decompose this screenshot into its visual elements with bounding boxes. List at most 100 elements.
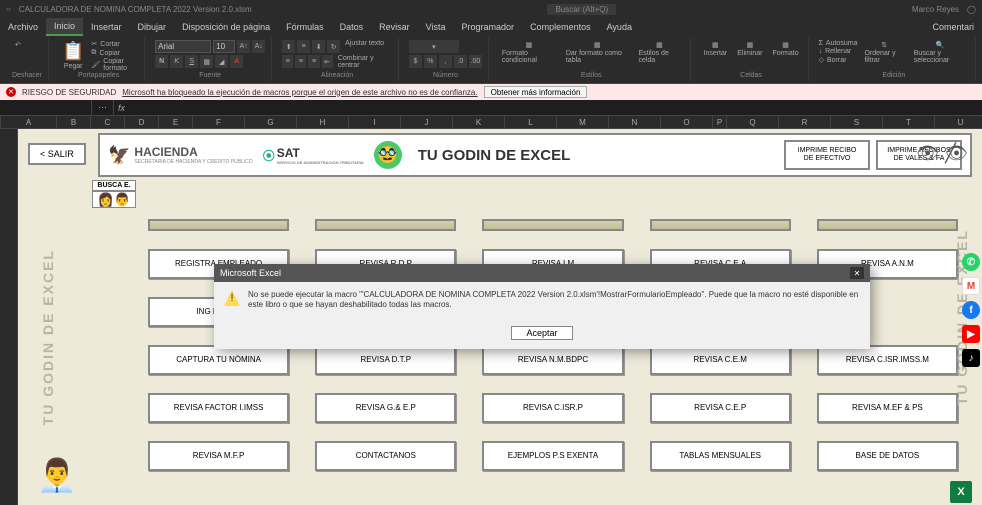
italic-icon[interactable]: K [170, 55, 183, 68]
format-painter-button[interactable]: 🖌Copiar formato [91, 58, 138, 72]
bold-icon[interactable]: N [155, 55, 168, 68]
name-box[interactable] [0, 100, 92, 115]
inc-decimal-icon[interactable]: .0 [454, 55, 467, 68]
base-datos-button[interactable]: BASE DE DATOS [817, 441, 958, 471]
user-avatar[interactable]: ◯ [967, 5, 976, 14]
comma-icon[interactable]: , [439, 55, 452, 68]
autosave-toggle[interactable]: ○ [6, 5, 11, 14]
fill-color-icon[interactable]: ◢ [215, 55, 228, 68]
currency-icon[interactable]: $ [409, 55, 422, 68]
dialog-close-icon[interactable]: ✕ [850, 267, 864, 279]
col-header-P[interactable]: P [713, 116, 727, 128]
number-format-select[interactable]: ▾ [409, 40, 459, 53]
menu-revisar[interactable]: Revisar [371, 19, 418, 35]
fill-button[interactable]: ↓Rellenar [819, 48, 858, 55]
font-name-select[interactable] [155, 40, 211, 53]
menu-insertar[interactable]: Insertar [83, 19, 130, 35]
whatsapp-icon[interactable]: ✆ [962, 253, 980, 271]
excel-icon[interactable]: X [950, 481, 972, 503]
paste-button[interactable]: 📋Pegar [59, 40, 87, 71]
revisa-cisrp-button[interactable]: REVISA C.ISR.P [482, 393, 623, 423]
revisa-nmbdpc-button[interactable]: REVISA N.M.BDPC [482, 345, 623, 375]
formula-input[interactable] [129, 100, 982, 115]
delete-cells-button[interactable]: ▦Eliminar [734, 40, 765, 58]
col-header-N[interactable]: N [609, 116, 661, 128]
col-header-C[interactable]: C [91, 116, 125, 128]
fx-icon[interactable]: fx [114, 100, 129, 115]
cut-button[interactable]: ✂Cortar [91, 40, 138, 48]
menu-dibujar[interactable]: Dibujar [130, 19, 175, 35]
fx-cancel-icon[interactable]: ⋯ [92, 100, 114, 115]
grow-font-icon[interactable]: A↑ [237, 40, 250, 53]
revisa-mfp-button[interactable]: REVISA M.F.P [148, 441, 289, 471]
col-header-J[interactable]: J [401, 116, 453, 128]
align-top-icon[interactable]: ⬆ [282, 40, 295, 53]
sort-filter-button[interactable]: ⇅Ordenar y filtrar [861, 40, 906, 65]
dec-decimal-icon[interactable]: .00 [469, 55, 482, 68]
eye-open-icon[interactable]: 👁 [916, 143, 939, 164]
ejemplos-ps-button[interactable]: EJEMPLOS P.S EXENTA [482, 441, 623, 471]
revisa-factor-imss-button[interactable]: REVISA FACTOR I.IMSS [148, 393, 289, 423]
youtube-icon[interactable]: ▶ [962, 325, 980, 343]
menu-inicio[interactable]: Inicio [46, 18, 83, 36]
format-cells-button[interactable]: ▦Formato [770, 40, 802, 58]
col-header-R[interactable]: R [779, 116, 831, 128]
search-box[interactable]: Buscar (Alt+Q) [547, 4, 616, 15]
underline-icon[interactable]: S [185, 55, 198, 68]
menu-programador[interactable]: Programador [454, 19, 523, 35]
wrap-text-button[interactable]: Ajustar texto [342, 40, 387, 53]
security-msg[interactable]: Microsoft ha bloqueado la ejecución de m… [122, 88, 477, 97]
revisa-cisrimssm-button[interactable]: REVISA C.ISR.IMSS.M [817, 345, 958, 375]
security-info-button[interactable]: Obtener más información [484, 86, 588, 98]
contactanos-button[interactable]: CONTACTANOS [315, 441, 456, 471]
col-header-E[interactable]: E [159, 116, 193, 128]
menu-disposicion[interactable]: Disposición de página [174, 19, 278, 35]
revisa-mefps-button[interactable]: REVISA M.EF & PS [817, 393, 958, 423]
align-center-icon[interactable]: ≡ [295, 55, 306, 68]
align-bottom-icon[interactable]: ⬇ [312, 40, 325, 53]
align-left-icon[interactable]: ≡ [282, 55, 293, 68]
percent-icon[interactable]: % [424, 55, 437, 68]
captura-nomina-button[interactable]: CAPTURA TU NÓMINA [148, 345, 289, 375]
menu-complementos[interactable]: Complementos [522, 19, 599, 35]
tablas-mensuales-button[interactable]: TABLAS MENSUALES [650, 441, 791, 471]
col-header-U[interactable]: U [935, 116, 982, 128]
menu-ayuda[interactable]: Ayuda [599, 19, 640, 35]
indent-dec-icon[interactable]: ⇤ [322, 55, 333, 68]
orientation-icon[interactable]: ↻ [327, 40, 340, 53]
clear-button[interactable]: ◇Borrar [819, 56, 858, 64]
col-header-D[interactable]: D [125, 116, 159, 128]
col-header-O[interactable]: O [661, 116, 713, 128]
col-header-G[interactable]: G [245, 116, 297, 128]
comments-button[interactable]: Comentari [924, 19, 982, 35]
revisa-dtp-button[interactable]: REVISA D.T.P [315, 345, 456, 375]
dialog-ok-button[interactable]: Aceptar [511, 326, 572, 340]
menu-datos[interactable]: Datos [332, 19, 372, 35]
col-header-Q[interactable]: Q [727, 116, 779, 128]
revisa-gep-button[interactable]: REVISA G.& E.P [315, 393, 456, 423]
tiktok-icon[interactable]: ♪ [962, 349, 980, 367]
find-select-button[interactable]: 🔍Buscar y seleccionar [911, 40, 969, 65]
font-color-icon[interactable]: A [230, 55, 243, 68]
menu-formulas[interactable]: Fórmulas [278, 19, 332, 35]
print-recibo-efectivo-button[interactable]: IMPRIME RECIBO DE EFECTIVO [784, 140, 870, 170]
autosum-button[interactable]: ΣAutosuma [819, 40, 858, 47]
table-format-button[interactable]: ▦Dar formato como tabla [563, 40, 632, 65]
eye-closed-icon[interactable]: 👁╱ [945, 143, 968, 164]
col-header-L[interactable]: L [505, 116, 557, 128]
insert-cells-button[interactable]: ▦Insertar [701, 40, 731, 58]
font-size-select[interactable] [213, 40, 235, 53]
cell-styles-button[interactable]: ▦Estilos de celda [636, 40, 684, 65]
align-middle-icon[interactable]: ≡ [297, 40, 310, 53]
col-header-I[interactable]: I [349, 116, 401, 128]
col-header-K[interactable]: K [453, 116, 505, 128]
undo-button[interactable]: ↶ [12, 40, 24, 50]
gmail-icon[interactable]: M [962, 277, 980, 295]
col-header-H[interactable]: H [297, 116, 349, 128]
col-header-M[interactable]: M [557, 116, 609, 128]
align-right-icon[interactable]: ≡ [308, 55, 319, 68]
cond-format-button[interactable]: ▦Formato condicional [499, 40, 559, 65]
revisa-cem-button[interactable]: REVISA C.E.M [650, 345, 791, 375]
col-header-B[interactable]: B [57, 116, 91, 128]
busca-empleado-block[interactable]: BUSCA E. 👩👨 [92, 180, 136, 208]
